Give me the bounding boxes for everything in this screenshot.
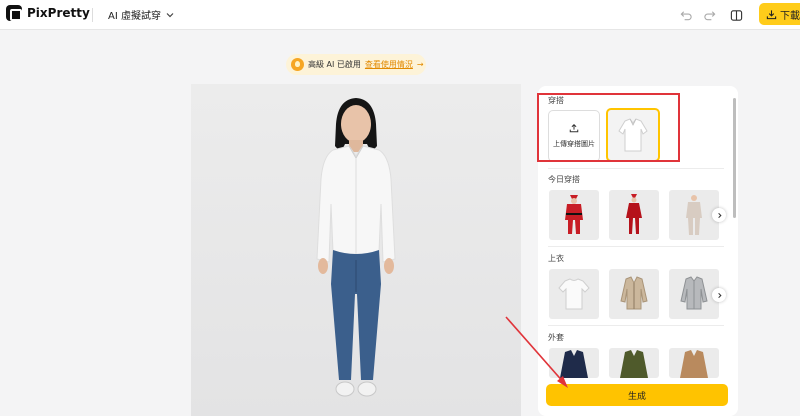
camel-coat-icon <box>680 350 708 378</box>
outfit-thumb-navy-jacket[interactable] <box>549 348 599 378</box>
download-icon <box>766 9 777 19</box>
santa-costume-icon <box>565 195 583 234</box>
download-button[interactable]: 下載 <box>759 3 800 25</box>
panel-scrollbar[interactable] <box>733 98 736 218</box>
section-label-tops: 上衣 <box>548 254 564 263</box>
tool-selector[interactable]: AI 虛擬試穿 <box>108 7 175 22</box>
compare-icon[interactable] <box>728 7 744 23</box>
section-label-outerwear: 外套 <box>548 333 564 342</box>
app-name: PixPretty <box>27 6 90 20</box>
section-label-today: 今日穿搭 <box>548 175 580 184</box>
navy-jacket-icon <box>560 350 588 378</box>
divider <box>92 8 93 22</box>
download-label: 下載 <box>780 10 800 22</box>
outfit-thumb-red-santa-dress[interactable] <box>609 190 659 240</box>
divider <box>548 325 724 326</box>
ai-badge-icon <box>291 58 304 71</box>
generate-button[interactable]: 生成 <box>546 384 728 406</box>
highlight-box <box>537 93 680 162</box>
white-tshirt-icon <box>558 278 590 310</box>
app-logo[interactable]: PixPretty <box>6 5 90 21</box>
outfit-thumb-olive-jacket[interactable] <box>609 348 659 378</box>
outfit-thumb-santa-costume[interactable] <box>549 190 599 240</box>
chevron-down-icon <box>166 12 174 17</box>
chevron-right-icon <box>717 212 722 218</box>
divider <box>548 168 724 169</box>
model-photo <box>191 84 521 416</box>
outfit-thumb-beige-cardigan[interactable] <box>609 269 659 319</box>
divider <box>548 246 724 247</box>
beige-cardigan-icon <box>620 276 648 310</box>
red-santa-dress-icon <box>626 194 642 234</box>
usage-link[interactable]: 查看使用情況 <box>365 59 413 70</box>
next-tops-button[interactable] <box>712 288 726 302</box>
undo-icon[interactable] <box>678 7 694 23</box>
outfit-thumb-camel-coat[interactable] <box>669 348 719 378</box>
chevron-right-icon <box>717 292 722 298</box>
arrow-right-icon: → <box>416 60 424 69</box>
ai-status-text: 高級 AI 已啟用 <box>308 60 361 69</box>
redo-icon[interactable] <box>701 7 717 23</box>
ai-status-banner: 高級 AI 已啟用 查看使用情況 → <box>286 54 426 75</box>
beige-suit-icon <box>686 195 702 235</box>
next-today-button[interactable] <box>712 208 726 222</box>
model-image <box>191 84 521 416</box>
grey-shirt-icon <box>680 276 708 310</box>
olive-jacket-icon <box>620 350 648 378</box>
logo-icon <box>6 5 22 21</box>
top-bar: PixPretty AI 虛擬試穿 下載 <box>0 0 800 30</box>
tool-name: AI 虛擬試穿 <box>108 11 161 22</box>
outfit-thumb-white-tshirt[interactable] <box>549 269 599 319</box>
